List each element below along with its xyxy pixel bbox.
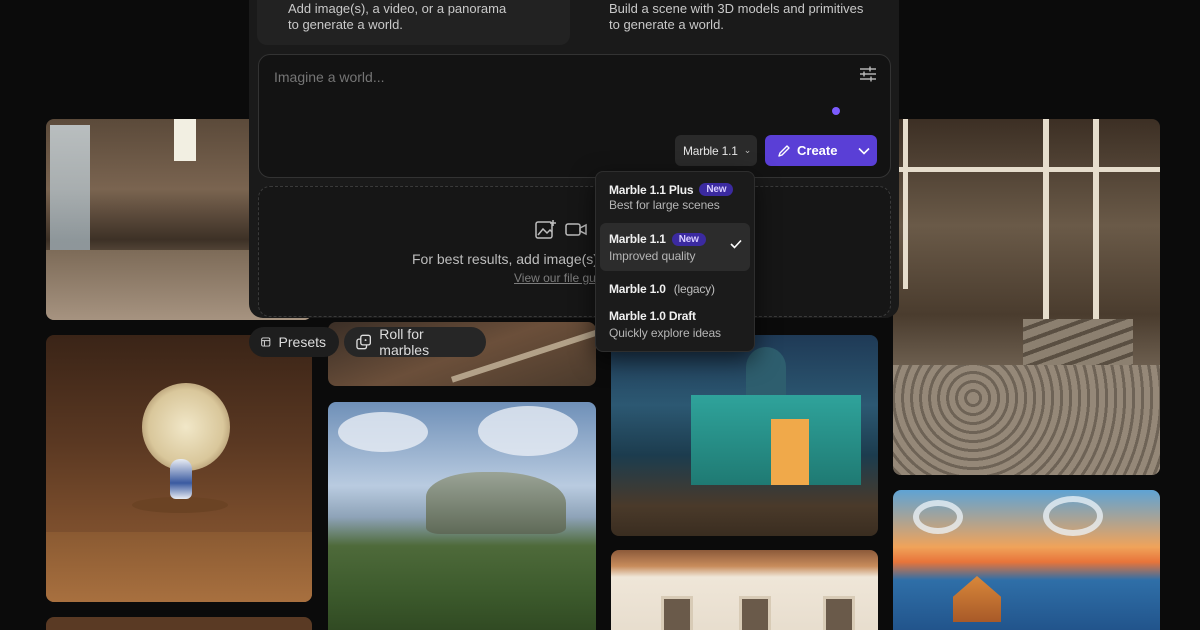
gallery-tile-sea-painting[interactable] <box>893 490 1160 630</box>
tile-art <box>893 167 1160 172</box>
tile-art <box>338 412 428 452</box>
tile-art <box>771 419 809 485</box>
gallery-tile-courtyard[interactable] <box>893 119 1160 475</box>
model-select-label: Marble 1.1 <box>683 143 738 158</box>
chevron-down-icon: ⌄ <box>743 145 752 155</box>
video-icon <box>565 223 587 236</box>
tile-art <box>46 532 312 602</box>
tile-art <box>132 497 228 513</box>
option-subtitle: Best for large scenes <box>609 198 720 212</box>
option-title: Marble 1.1 Plus <box>609 182 694 197</box>
gallery-tile-field[interactable] <box>328 402 596 630</box>
image-upload-icon <box>535 220 556 239</box>
tile-art <box>823 596 855 630</box>
tile-art <box>170 459 192 499</box>
chevron-down-icon <box>858 147 870 155</box>
checkmark-icon <box>730 239 742 249</box>
tile-art <box>1093 119 1099 319</box>
mode-card-media[interactable]: Add image(s), a video, or a panorama to … <box>257 0 570 45</box>
gallery-tile-partial[interactable] <box>46 617 312 630</box>
mode-card-text: Add image(s), a video, or a panorama to … <box>288 1 507 32</box>
tile-art <box>1043 119 1049 319</box>
tile-art <box>174 119 196 161</box>
mode-card-3d[interactable]: Build a scene with 3D models and primiti… <box>578 0 891 45</box>
status-dot <box>832 107 840 115</box>
create-button-group: Create <box>765 135 877 166</box>
dice-icon <box>356 334 372 350</box>
option-title: Marble 1.0 <box>609 282 666 296</box>
menu-option-marble-1-1-plus[interactable]: Marble 1.1 Plus New Best for large scene… <box>600 180 750 220</box>
upload-icons <box>535 219 587 239</box>
tile-art <box>953 576 1001 622</box>
menu-option-marble-1-0[interactable]: Marble 1.0 (legacy) <box>600 278 750 300</box>
upload-hint-text: For best results, add image(s), a video,… <box>412 251 602 267</box>
create-options-button[interactable] <box>851 135 877 166</box>
gallery-tile-chinese-room[interactable] <box>46 335 312 602</box>
tile-art <box>739 596 771 630</box>
tile-art <box>746 347 786 395</box>
prompt-box: Marble 1.1 ⌄ Create <box>258 54 891 178</box>
tile-art <box>1043 496 1103 536</box>
file-guide-link[interactable]: View our file guide <box>514 271 600 285</box>
app-screen: Add image(s), a video, or a panorama to … <box>0 0 1200 630</box>
option-subtitle: Quickly explore ideas <box>609 326 721 340</box>
tile-art <box>893 365 1160 475</box>
menu-option-marble-1-1[interactable]: Marble 1.1 New Improved quality <box>600 223 750 271</box>
menu-option-marble-1-0-draft[interactable]: Marble 1.0 Draft Quickly explore ideas <box>600 308 750 346</box>
legacy-tag: (legacy) <box>673 282 715 296</box>
tile-art <box>426 472 566 534</box>
option-title: Marble 1.0 Draft <box>609 309 696 323</box>
upload-drop-zone[interactable]: For best results, add image(s), a video,… <box>258 186 891 317</box>
sliders-icon[interactable] <box>859 66 877 82</box>
layout-icon <box>261 337 271 347</box>
create-label: Create <box>797 143 838 158</box>
tile-art <box>142 383 230 471</box>
model-select-button[interactable]: Marble 1.1 ⌄ <box>675 135 757 166</box>
option-subtitle: Improved quality <box>609 249 696 263</box>
new-badge: New <box>699 183 734 196</box>
tile-art <box>478 406 578 456</box>
prompt-input[interactable] <box>274 69 834 85</box>
mode-card-text: Build a scene with 3D models and primiti… <box>609 1 864 32</box>
create-button[interactable]: Create <box>765 135 851 166</box>
option-title: Marble 1.1 <box>609 232 666 246</box>
gallery-tile-building[interactable] <box>611 550 878 630</box>
tile-art <box>661 596 693 630</box>
roll-label: Roll for marbles <box>379 326 430 358</box>
presets-label: Presets <box>278 334 326 350</box>
tile-art <box>913 500 963 534</box>
presets-button[interactable]: Presets <box>249 327 339 357</box>
new-badge: New <box>671 232 706 246</box>
model-dropdown-menu: Marble 1.1 Plus New Best for large scene… <box>595 171 755 352</box>
tile-art <box>903 119 908 289</box>
gallery-tile-teal-house[interactable] <box>611 335 878 536</box>
pencil-icon <box>778 144 790 157</box>
roll-for-marbles-button[interactable]: Roll for marbles <box>344 326 486 358</box>
